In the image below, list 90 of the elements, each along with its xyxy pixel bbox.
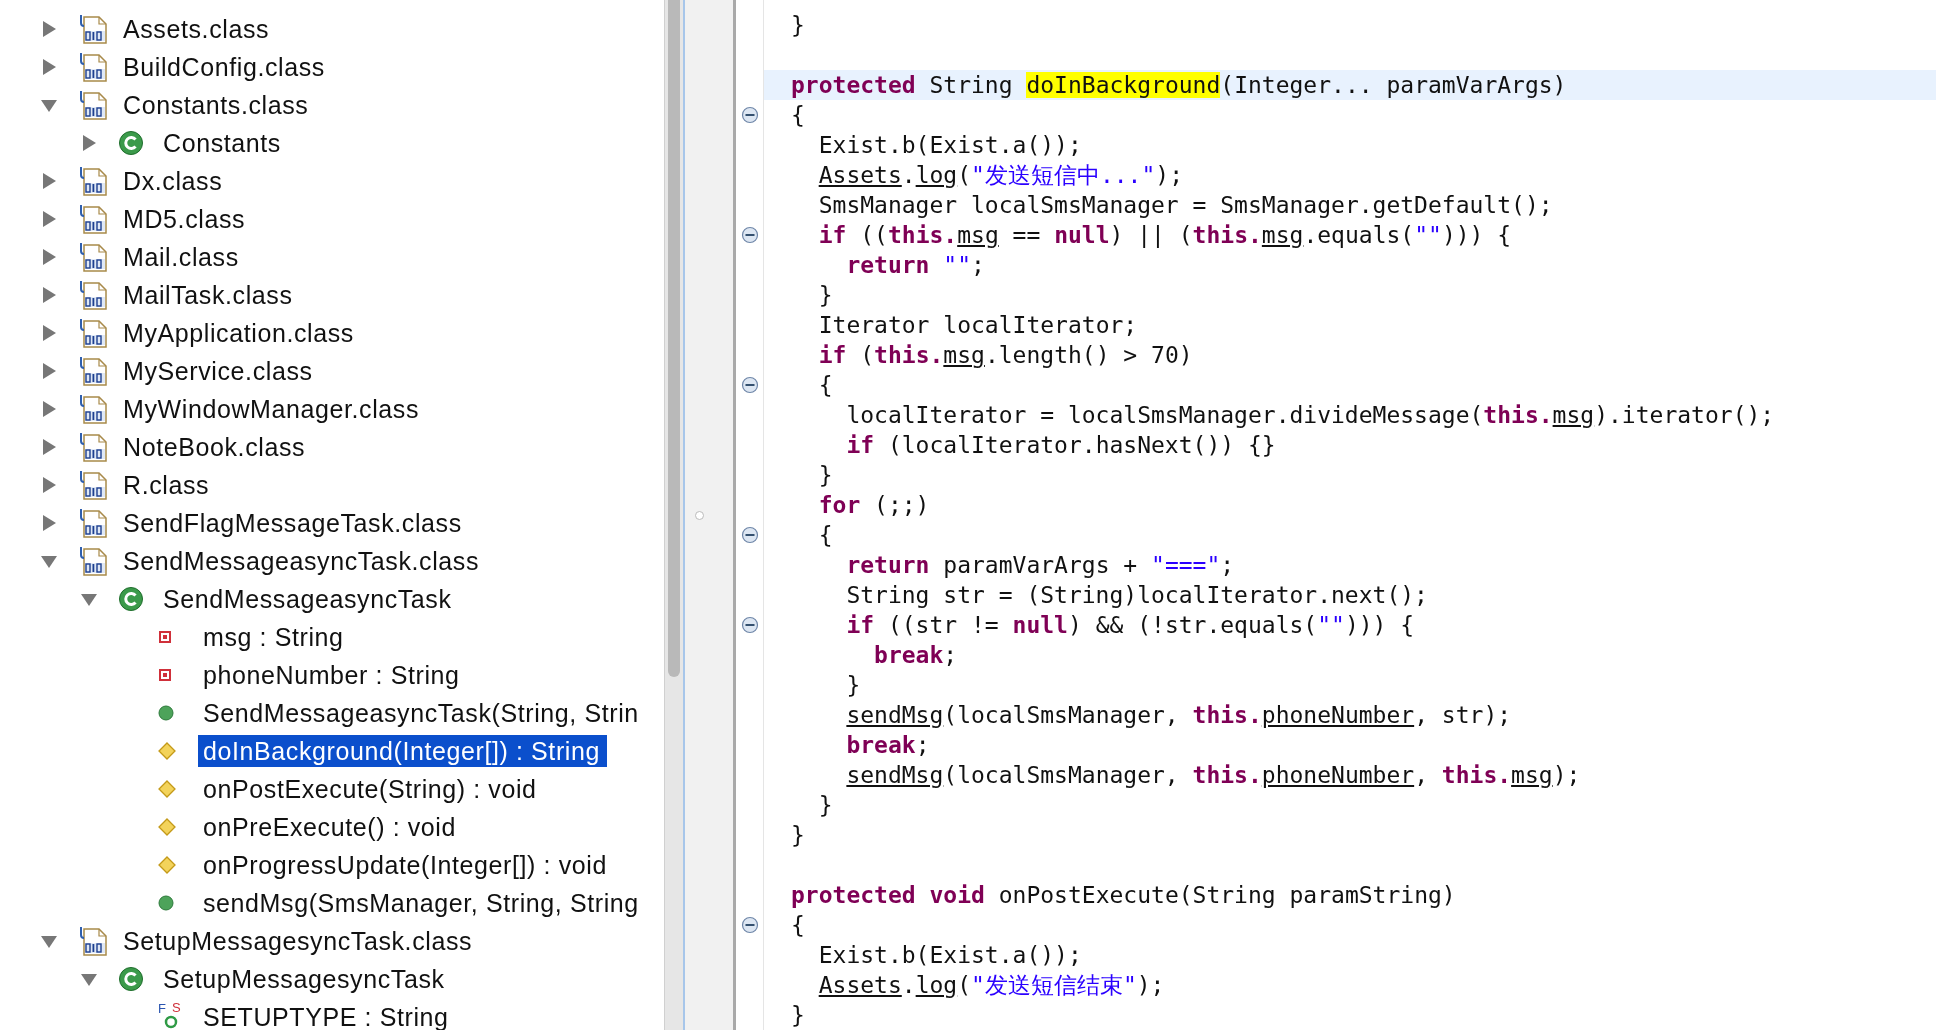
expand-arrow-icon[interactable] [40,362,58,380]
public-method-icon [158,705,174,721]
code-line: if (localIterator.hasNext()) {} [846,431,1276,460]
code-line: } [846,671,861,700]
class-file-icon [78,242,110,272]
code-line: sendMsg(localSmsManager, this.phoneNumber, str); [846,701,1512,730]
code-line: return paramVarArgs + "==="; [846,551,1235,580]
code-line: return ""; [846,251,985,280]
collapse-icon[interactable] [740,616,759,634]
class-file-icon [78,318,110,348]
code-line: { [818,371,833,400]
expand-arrow-icon[interactable] [40,172,58,190]
code-line: protected String doInBackground(Integer... paramVarArgs) [791,71,1567,100]
expand-arrow-icon[interactable] [40,400,58,418]
expand-arrow-icon[interactable] [40,286,58,304]
class-file-icon [78,926,110,956]
tree-item-label[interactable]: MailTask.class [118,285,300,305]
expand-arrow-icon[interactable] [40,476,58,494]
code-line: localIterator = localSmsManager.divideMessage(this.msg).iterator(); [846,401,1775,430]
code-line: Assets.log("发送短信中..."); [818,161,1183,190]
code-line: { [791,911,805,940]
tree-item-label[interactable]: NoteBook.class [118,437,313,457]
protected-method-icon [158,818,176,836]
code-line: break; [846,731,930,760]
protected-method-icon [158,780,176,798]
collapse-icon[interactable] [740,376,759,394]
class-file-icon [78,546,110,576]
tree-item-label[interactable]: Dx.class [118,171,230,191]
class-file-icon [78,508,110,538]
code-line: { [818,521,833,550]
tree-item-label[interactable]: Constants.class [118,95,316,115]
expand-arrow-icon[interactable] [40,58,58,76]
scrollbar-thumb[interactable] [668,0,680,677]
tree-item-label[interactable]: Assets.class [118,19,277,39]
collapse-icon[interactable] [740,226,759,244]
protected-method-icon [158,856,176,874]
code-line: } [791,1001,805,1030]
splitter-grip-icon[interactable] [694,510,704,520]
collapse-icon[interactable] [740,526,759,544]
code-line: SmsManager localSmsManager = SmsManager.getDefault(); [818,191,1553,220]
expand-arrow-icon[interactable] [40,210,58,228]
code-line: if ((str != null) && (!str.equals(""))) { [846,611,1415,640]
code-line: for (;;) [818,491,930,520]
private-field-icon [158,668,172,682]
code-line: } [791,821,805,850]
code-line: } [818,461,833,490]
expand-arrow-icon[interactable] [40,324,58,342]
code-line: } [818,281,833,310]
collapse-icon[interactable] [740,916,759,934]
expand-arrow-icon[interactable] [40,248,58,266]
class-file-icon [78,204,110,234]
scrollbar[interactable] [664,0,683,1030]
collapse-icon[interactable] [740,106,759,124]
class-file-icon [78,90,110,120]
code-line: } [791,11,805,40]
expand-arrow-icon[interactable] [80,134,98,152]
expand-arrow-icon[interactable] [40,20,58,38]
class-icon [118,130,144,156]
code-line: String str = (String)localIterator.next(); [846,581,1428,610]
expand-arrow-icon[interactable] [40,438,58,456]
code-line: if ((this.msg == null) || (this.msg.equals(""))) { [818,221,1512,250]
tree-item-label[interactable]: R.class [118,475,217,495]
code-line: } [818,791,833,820]
code-line: break; [874,641,958,670]
code-line: if (this.msg.length() > 70) [818,341,1193,370]
class-file-icon [78,432,110,462]
class-file-icon [78,166,110,196]
class-file-icon [78,14,110,44]
code-line: protected void onPostExecute(String paramString) [791,881,1456,910]
tree-item-label[interactable]: Mail.class [118,247,246,267]
tree-item-label[interactable]: doInBackground(Integer[]) : String [198,735,607,767]
class-icon [118,966,144,992]
private-field-icon [158,630,172,644]
tree-item-label[interactable]: MD5.class [118,209,253,229]
public-method-icon [158,895,174,911]
code-line: { [791,101,805,130]
class-file-icon [78,356,110,386]
code-line: sendMsg(localSmsManager, this.phoneNumber, this.msg); [846,761,1581,790]
class-file-icon [78,394,110,424]
code-line: Assets.log("发送短信结束"); [818,971,1165,1000]
tree-item-label[interactable]: Constants [158,133,288,153]
code-line: Exist.b(Exist.a()); [818,131,1082,160]
code-line: Iterator localIterator; [818,311,1138,340]
protected-method-icon [158,742,176,760]
class-file-icon [78,280,110,310]
class-file-icon [78,470,110,500]
expand-arrow-icon[interactable] [40,514,58,532]
class-icon [118,586,144,612]
code-line: Exist.b(Exist.a()); [818,941,1082,970]
class-file-icon [78,52,110,82]
